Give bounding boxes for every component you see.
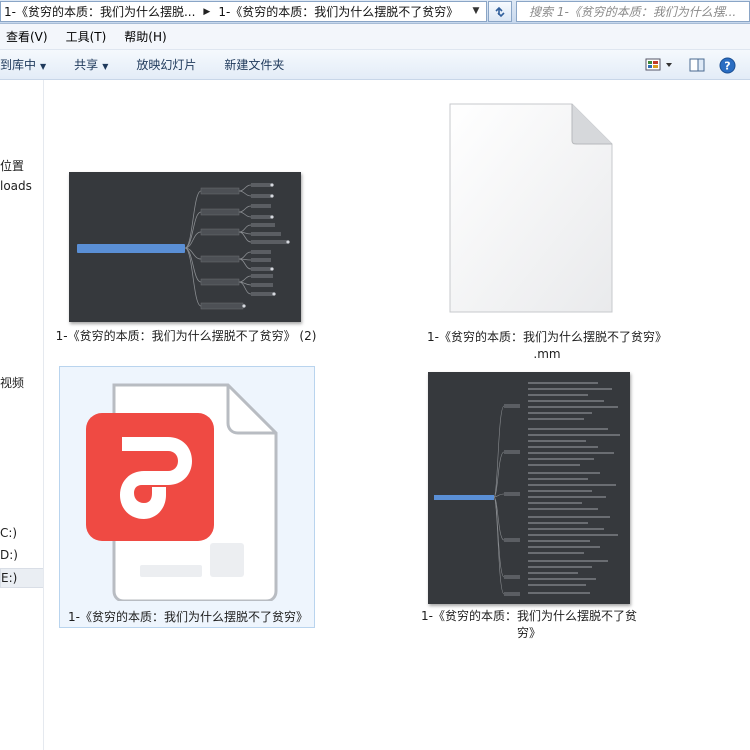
search-placeholder: 搜索 1-《贫穷的本质：我们为什么摆...	[529, 5, 737, 19]
help-icon[interactable]: ?	[719, 57, 736, 74]
new-folder-button[interactable]: 新建文件夹	[224, 56, 284, 73]
address-bar[interactable]: 1-《贫穷的本质：我们为什么摆脱... ▶ 1-《贫穷的本质：我们为什么摆脱不了…	[0, 1, 487, 22]
menu-view[interactable]: 查看(V)	[6, 28, 48, 45]
share-label: 共享	[74, 58, 99, 72]
include-in-library-button[interactable]: 到库中 ▼	[0, 56, 46, 73]
nav-item-location[interactable]: 位置	[0, 157, 24, 174]
svg-text:?: ?	[724, 59, 730, 72]
toolbar-right-group: ?	[645, 50, 750, 80]
nav-item-drive-e[interactable]: E:)	[0, 568, 43, 588]
breadcrumb-parent[interactable]: 1-《贫穷的本质：我们为什么摆脱...	[1, 3, 198, 20]
mindmap-leaf-lines	[528, 382, 620, 594]
nav-item-downloads[interactable]: loads	[0, 179, 32, 193]
include-in-library-label: 到库中	[0, 58, 37, 72]
file-name: 1-《贫穷的本质：我们为什么摆脱不了贫穷》	[421, 609, 637, 640]
command-toolbar: 到库中 ▼ 共享 ▼ 放映幻灯片 新建文件夹 ?	[0, 50, 750, 80]
nav-item-drive-c[interactable]: C:)	[0, 526, 17, 540]
file-extension: .mm	[533, 347, 561, 361]
slideshow-button[interactable]: 放映幻灯片	[136, 56, 196, 73]
mindmap-thumbnail	[69, 172, 301, 322]
navigation-pane: 位置 loads 视频 C:) D:) E:)	[0, 80, 44, 750]
pdf-document-icon	[82, 379, 282, 604]
nav-item-videos[interactable]: 视频	[0, 374, 24, 391]
preview-pane-icon[interactable]	[689, 57, 705, 73]
file-name: 1-《贫穷的本质：我们为什么摆脱不了贫穷》	[68, 610, 308, 624]
mindmap-thumbnail-graphic	[77, 183, 290, 310]
file-tile-mindmap[interactable]: 1-《贫穷的本质：我们为什么摆脱不了贫穷》	[415, 368, 679, 640]
breadcrumb-current[interactable]: 1-《贫穷的本质：我们为什么摆脱不了贫穷》	[215, 3, 461, 20]
mindmap-tall-thumbnail	[428, 372, 630, 604]
nav-item-drive-d[interactable]: D:)	[0, 548, 18, 562]
chevron-down-icon: ▼	[102, 62, 109, 71]
menu-tools[interactable]: 工具(T)	[66, 28, 107, 45]
file-name: 1-《贫穷的本质：我们为什么摆脱不了贫穷》	[427, 330, 667, 344]
file-tile-mindmap-2[interactable]: 1-《贫穷的本质：我们为什么摆脱不了贫穷》 (2)	[55, 158, 317, 348]
address-bar-row: 1-《贫穷的本质：我们为什么摆脱... ▶ 1-《贫穷的本质：我们为什么摆脱不了…	[0, 0, 750, 24]
views-icon[interactable]	[645, 57, 675, 73]
file-tile-mm[interactable]: 1-《贫穷的本质：我们为什么摆脱不了贫穷》 .mm	[402, 92, 692, 368]
blank-document-icon	[444, 100, 616, 319]
menu-bar: 查看(V) 工具(T) 帮助(H)	[0, 24, 750, 50]
file-name: 1-《贫穷的本质：我们为什么摆脱不了贫穷》 (2)	[55, 329, 317, 343]
breadcrumb-separator-icon[interactable]: ▶	[198, 7, 215, 17]
menu-help[interactable]: 帮助(H)	[124, 28, 166, 45]
file-tile-pdf[interactable]: 1-《贫穷的本质：我们为什么摆脱不了贫穷》	[59, 366, 315, 628]
refresh-icon[interactable]	[488, 1, 512, 22]
file-list: 1-《贫穷的本质：我们为什么摆脱不了贫穷》 (2) 1-《贫穷的本质：我们为什么…	[45, 80, 750, 750]
address-history-dropdown-icon[interactable]: ▼	[466, 1, 486, 20]
mindmap-tall-thumbnail-graphic	[434, 382, 620, 596]
chevron-down-icon: ▼	[40, 62, 47, 71]
search-input[interactable]: 搜索 1-《贫穷的本质：我们为什么摆...	[516, 1, 750, 22]
share-button[interactable]: 共享 ▼	[74, 56, 108, 73]
